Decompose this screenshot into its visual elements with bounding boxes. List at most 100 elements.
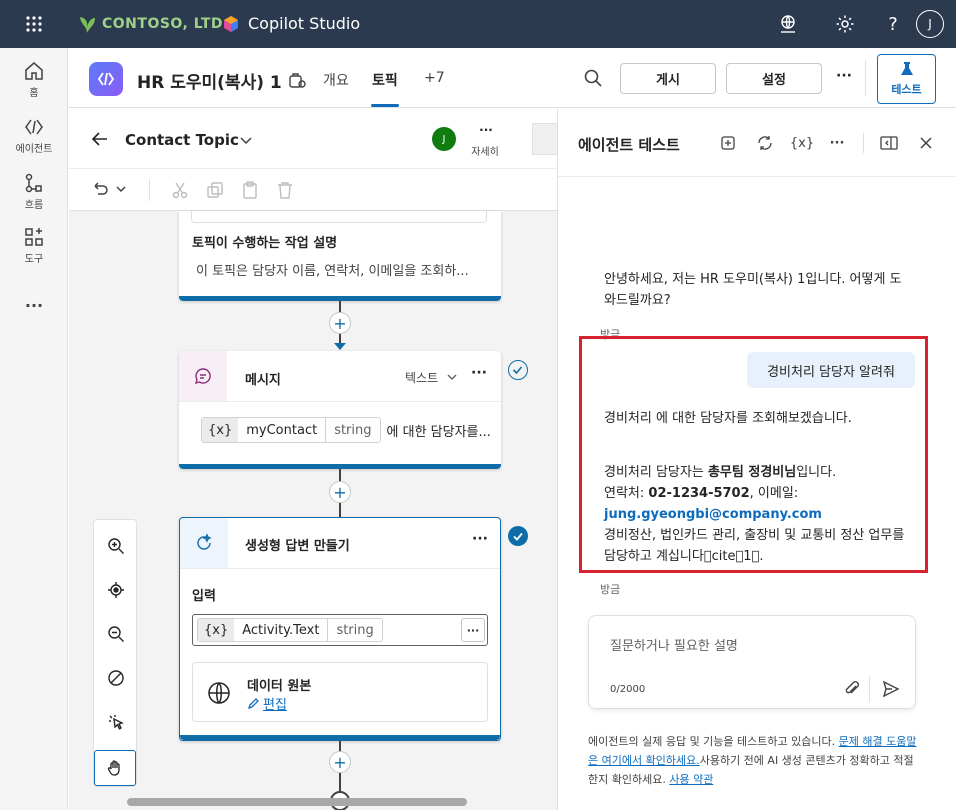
recenter-icon[interactable] [104, 578, 128, 602]
chevron-down-icon[interactable] [446, 371, 458, 383]
rail-item-flows[interactable]: 흐름 [0, 172, 68, 211]
test-panel-title: 에이전트 테스트 [578, 136, 680, 154]
input-label: 입력 [192, 589, 216, 604]
help-icon[interactable]: ? [881, 12, 905, 36]
variable-chip[interactable]: {x} Activity.Text string [197, 618, 383, 642]
back-arrow-icon[interactable] [91, 130, 109, 148]
message-node-more-button[interactable]: ··· [471, 365, 487, 381]
select-pointer-icon[interactable] [104, 710, 128, 734]
test-panel: 에이전트 테스트 {x} ··· 안녕하세요, 저는 HR 도우미(복사) 1입… [557, 109, 956, 810]
message-mode-dropdown[interactable]: 텍스트 [405, 369, 438, 386]
agent-code-icon [97, 72, 115, 86]
add-node-button[interactable]: + [329, 481, 351, 503]
settings-button[interactable]: 설정 [726, 63, 822, 94]
company-name: CONTOSO, LTD. [102, 16, 229, 32]
input-field[interactable]: {x} Activity.Text string ··· [192, 614, 488, 646]
rail-item-home[interactable]: 홈 [0, 60, 68, 99]
active-tab-indicator [371, 104, 399, 107]
chat-bubble-icon [194, 368, 211, 385]
product-name-area[interactable]: Copilot Studio [222, 14, 360, 33]
close-icon[interactable] [916, 133, 936, 153]
undo-chevron-icon[interactable] [115, 183, 127, 195]
header-more-button[interactable]: ··· [836, 68, 852, 84]
save-button-partial[interactable] [532, 123, 557, 155]
zoom-in-icon[interactable] [104, 534, 128, 558]
pan-hand-icon[interactable] [94, 750, 136, 786]
test-panel-more-button[interactable]: ··· [827, 133, 847, 153]
divider [869, 676, 870, 702]
dock-panel-icon[interactable] [879, 133, 899, 153]
owner-avatar[interactable]: J [432, 127, 456, 151]
topic-title[interactable]: Contact Topic [125, 131, 239, 149]
terms-link[interactable]: 사용 약관 [669, 773, 713, 786]
test-button[interactable]: 테스트 [877, 54, 936, 104]
contact-email[interactable]: jung.gyeongbi@company.com [604, 504, 914, 525]
node-valid-check-icon [508, 526, 528, 546]
cut-icon[interactable] [171, 181, 189, 199]
add-node-button[interactable]: + [329, 312, 351, 334]
response-line: 연락처: 02-1234-5702, 이메일: [604, 483, 914, 504]
tools-icon [25, 228, 43, 246]
pencil-icon [247, 698, 259, 710]
message-text: 에 대한 담당자를... [386, 424, 491, 440]
variable-name: Activity.Text [242, 622, 320, 638]
chevron-down-icon[interactable] [239, 133, 253, 147]
edit-link[interactable]: 편집 [247, 694, 287, 713]
minimap-toggle-icon[interactable] [104, 666, 128, 690]
rail-item-agents[interactable]: 에이전트 [0, 116, 68, 155]
agent-logo [89, 62, 123, 96]
bot-response-2: 경비처리 담당자는 총무팀 정경비님입니다. 연락처: 02-1234-5702… [604, 462, 914, 567]
rail-label: 흐름 [24, 200, 44, 211]
input-more-button[interactable]: ··· [461, 618, 485, 642]
data-source-card[interactable]: 데이터 원본 편집 [192, 662, 488, 722]
variable-type: string [325, 418, 379, 442]
paste-icon[interactable] [241, 181, 259, 199]
settings-gear-icon[interactable] [833, 12, 857, 36]
horizontal-scrollbar[interactable] [127, 798, 467, 806]
home-icon [25, 62, 43, 80]
test-panel-header: 에이전트 테스트 {x} ··· [558, 109, 956, 177]
chat-input-box[interactable]: 질문하거나 필요한 설명 0/2000 [588, 615, 916, 709]
text: 연락처: [604, 486, 649, 501]
details-label[interactable]: 자세히 [468, 143, 502, 158]
app-launcher-icon[interactable] [22, 12, 46, 36]
variables-icon[interactable]: {x} [790, 133, 814, 153]
char-counter: 0/2000 [610, 684, 646, 695]
generative-answers-node[interactable]: 생성형 답변 만들기 ··· 입력 {x} Activity.Text stri… [179, 517, 501, 741]
edit-link-label: 편집 [263, 698, 287, 713]
rail-more-button[interactable]: ... [0, 292, 68, 311]
user-avatar[interactable]: J [916, 10, 944, 38]
tab-more[interactable]: +7 [424, 70, 445, 86]
topic-canvas[interactable]: Contact Topic J ··· 자세히 토픽이 수행하는 작업 설명 이… [69, 109, 557, 810]
delete-icon[interactable] [276, 181, 294, 199]
generative-icon [197, 533, 212, 550]
message-icon-tile [179, 351, 227, 401]
trigger-node[interactable]: 토픽이 수행하는 작업 설명 이 토픽은 담당자 이름, 연락처, 이메일을 조… [179, 211, 501, 301]
details-dots[interactable]: ··· [470, 123, 502, 137]
tab-overview[interactable]: 개요 [323, 70, 349, 90]
tab-topics[interactable]: 토픽 [372, 70, 398, 90]
message-timestamp: 방금 [600, 583, 621, 596]
gen-node-title: 생성형 답변 만들기 [245, 539, 350, 554]
chat-input-placeholder[interactable]: 질문하거나 필요한 설명 [610, 635, 738, 654]
environment-icon[interactable] [776, 12, 800, 36]
message-content[interactable]: {x} myContact string 에 대한 담당자를... [201, 417, 491, 443]
rail-item-tools[interactable]: 도구 [0, 226, 68, 265]
send-icon[interactable] [882, 680, 900, 698]
new-chat-icon[interactable] [718, 133, 738, 153]
variable-chip[interactable]: {x} myContact string [201, 417, 381, 443]
copy-icon[interactable] [206, 181, 224, 199]
undo-icon[interactable] [91, 180, 109, 198]
attach-icon[interactable] [843, 680, 861, 698]
zoom-out-icon[interactable] [104, 622, 128, 646]
gen-node-more-button[interactable]: ··· [472, 531, 488, 547]
message-node[interactable]: 메시지 텍스트 ··· {x} myContact string 에 대한 담당… [179, 351, 501, 469]
agent-share-icon[interactable] [287, 70, 307, 90]
test-panel-footer: 에이전트의 실제 응답 및 기능을 테스트하고 있습니다. 문제 해결 도움말은… [588, 732, 918, 789]
add-node-button[interactable]: + [329, 751, 351, 773]
search-icon[interactable] [583, 68, 603, 88]
variable-type: string [327, 619, 381, 641]
refresh-conversation-icon[interactable] [755, 133, 775, 153]
agent-header: HR 도우미(복사) 1 개요 토픽 +7 게시 설정 ··· 테스트 [69, 48, 956, 108]
publish-button[interactable]: 게시 [620, 63, 716, 94]
